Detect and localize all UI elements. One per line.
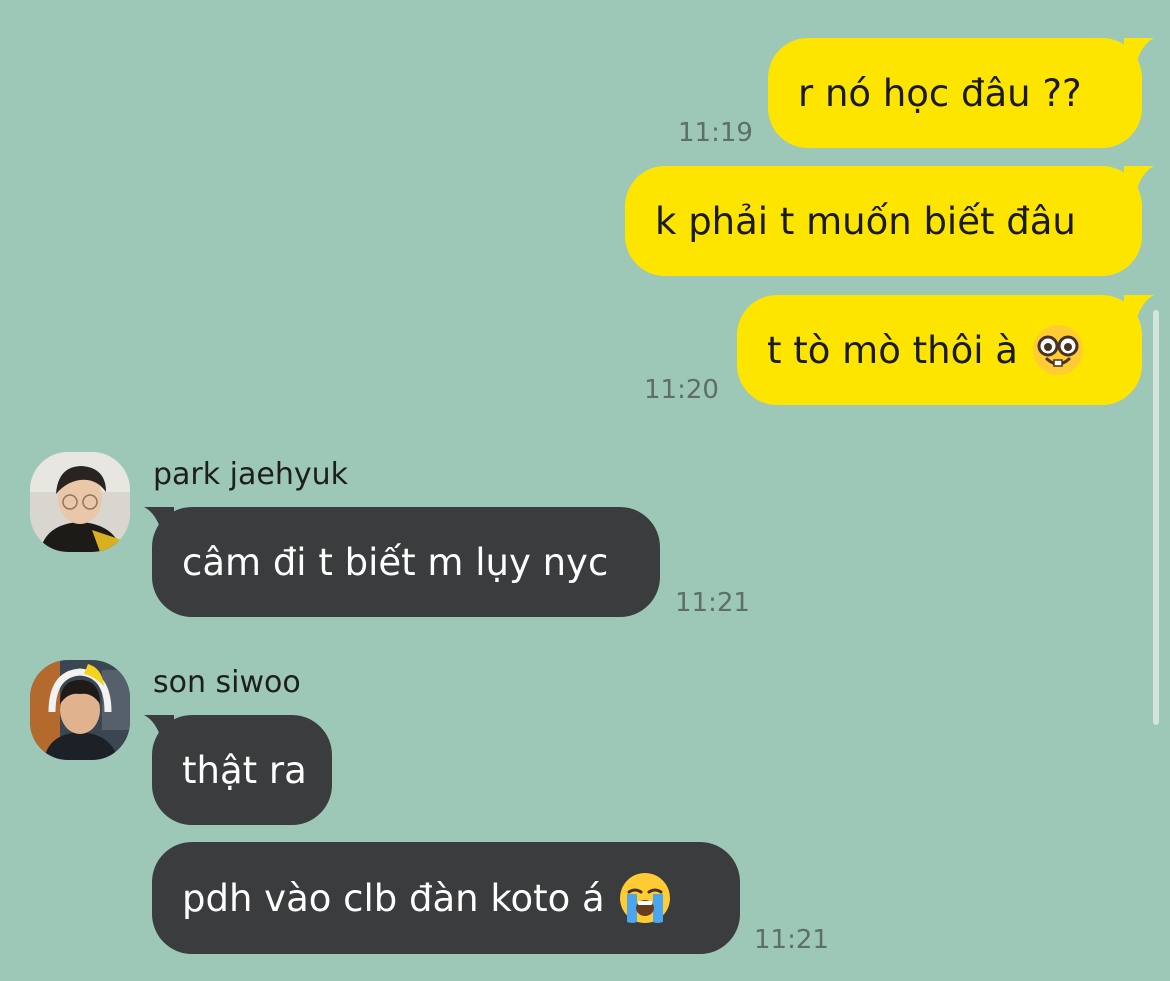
outgoing-message-bubble[interactable]: t tò mò thôi à <box>737 295 1142 405</box>
message-text: r nó học đâu ?? <box>798 71 1082 115</box>
nerd-face-icon <box>1032 325 1083 375</box>
outgoing-message-bubble[interactable]: k phải t muốn biết đâu <box>625 166 1142 276</box>
message-text: thật ra <box>182 748 307 792</box>
outgoing-message-bubble[interactable]: r nó học đâu ?? <box>768 38 1142 148</box>
message-timestamp: 11:20 <box>644 375 719 405</box>
chat-thread[interactable]: r nó học đâu ?? 11:19 k phải t muốn biết… <box>0 0 1170 981</box>
avatar[interactable] <box>30 660 130 760</box>
sender-name: park jaehyuk <box>153 457 348 492</box>
message-timestamp: 11:19 <box>678 118 753 148</box>
incoming-message-bubble[interactable]: câm đi t biết m lụy nyc <box>152 507 660 617</box>
message-text: k phải t muốn biết đâu <box>655 199 1076 243</box>
incoming-message-bubble[interactable]: thật ra <box>152 715 332 825</box>
message-timestamp: 11:21 <box>754 925 829 955</box>
avatar[interactable] <box>30 452 130 552</box>
message-text: t tò mò thôi à <box>767 328 1018 372</box>
bubble-tail <box>144 507 174 533</box>
bubble-tail <box>1124 38 1154 64</box>
message-timestamp: 11:21 <box>675 588 750 618</box>
loudly-crying-face-icon <box>619 873 670 923</box>
bubble-tail <box>1124 166 1154 192</box>
scrollbar[interactable] <box>1153 310 1159 725</box>
profile-photo-icon <box>30 660 130 760</box>
sender-name: son siwoo <box>153 665 301 700</box>
message-text: pdh vào clb đàn koto á <box>182 876 605 920</box>
profile-photo-icon <box>30 452 130 552</box>
message-text: câm đi t biết m lụy nyc <box>182 540 609 584</box>
bubble-tail <box>1124 295 1154 321</box>
incoming-message-bubble[interactable]: pdh vào clb đàn koto á <box>152 842 740 954</box>
bubble-tail <box>144 715 174 741</box>
